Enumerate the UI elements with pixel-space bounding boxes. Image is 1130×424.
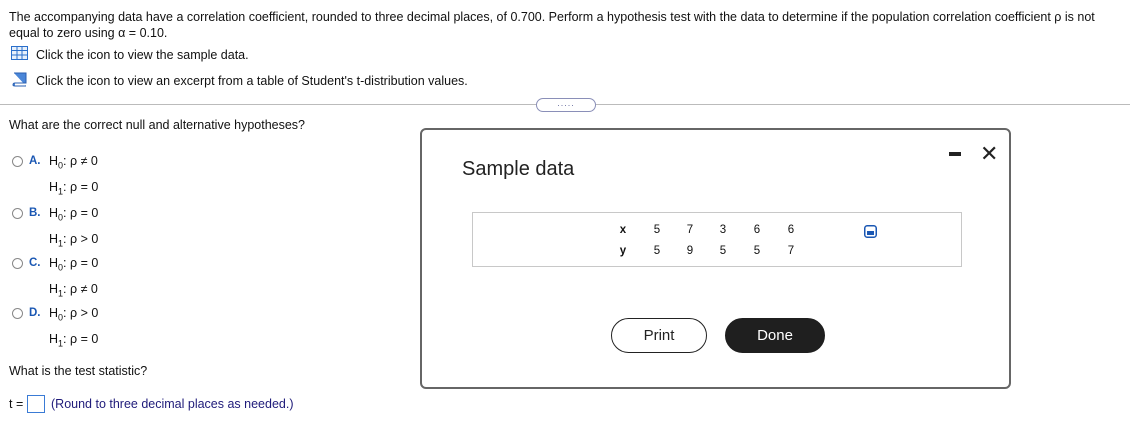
y-value: 5 (719, 245, 727, 257)
alternative-hypothesis: H1: ρ = 0 (49, 179, 99, 197)
t-table-link-row[interactable]: Click the icon to view an excerpt from a… (11, 72, 468, 90)
alternative-hypothesis: H1: ρ = 0 (49, 331, 99, 349)
x-value: 6 (753, 224, 761, 236)
alternative-hypothesis: H1: ρ ≠ 0 (49, 281, 98, 299)
question-test-statistic: What is the test statistic? (9, 364, 148, 378)
close-icon[interactable]: ✕ (980, 143, 998, 165)
radio-option-d[interactable] (12, 308, 23, 319)
copy-icon[interactable] (864, 225, 877, 238)
test-statistic-input[interactable] (27, 395, 45, 413)
x-value: 5 (653, 224, 661, 236)
y-value: 7 (787, 245, 795, 257)
radio-option-b[interactable] (12, 208, 23, 219)
question-hypotheses: What are the correct null and alternativ… (9, 118, 306, 132)
table-icon[interactable] (11, 46, 28, 63)
x-value: 3 (719, 224, 727, 236)
expand-more-button[interactable]: ..... (536, 98, 596, 112)
problem-text: The accompanying data have a correlation… (9, 10, 1095, 40)
print-button[interactable]: Print (611, 318, 707, 353)
sample-data-link-text[interactable]: Click the icon to view the sample data. (36, 48, 249, 62)
option-a[interactable]: A. H0: ρ ≠ 0 H1: ρ = 0 (12, 154, 98, 202)
x-value: 6 (787, 224, 795, 236)
rounding-hint: (Round to three decimal places as needed… (51, 397, 294, 411)
option-letter: D. (29, 307, 41, 319)
option-c[interactable]: C. H0: ρ = 0 H1: ρ ≠ 0 (12, 256, 98, 304)
option-b[interactable]: B. H0: ρ = 0 H1: ρ > 0 (12, 206, 98, 254)
sample-data-dialog: Sample data ✕ x 5 7 3 6 6 y 5 9 5 5 7 Pr… (420, 128, 1011, 389)
done-button[interactable]: Done (725, 318, 825, 353)
null-hypothesis: H0: ρ ≠ 0 (49, 154, 98, 171)
y-value: 9 (686, 245, 694, 257)
null-hypothesis: H0: ρ = 0 (49, 206, 99, 223)
null-hypothesis: H0: ρ = 0 (49, 256, 99, 273)
radio-option-c[interactable] (12, 258, 23, 269)
y-value: 5 (653, 245, 661, 257)
book-icon[interactable] (11, 72, 28, 90)
x-value: 7 (686, 224, 694, 236)
sample-data-table: x 5 7 3 6 6 y 5 9 5 5 7 (472, 212, 962, 267)
option-letter: A. (29, 155, 41, 167)
row-label-y: y (619, 245, 627, 257)
y-value: 5 (753, 245, 761, 257)
t-table-link-text[interactable]: Click the icon to view an excerpt from a… (36, 74, 468, 88)
null-hypothesis: H0: ρ > 0 (49, 306, 99, 323)
minimize-icon[interactable] (949, 152, 961, 156)
t-prefix-label: t = (9, 397, 24, 411)
sample-data-link-row[interactable]: Click the icon to view the sample data. (11, 46, 249, 63)
option-letter: B. (29, 207, 41, 219)
radio-option-a[interactable] (12, 156, 23, 167)
option-d[interactable]: D. H0: ρ > 0 H1: ρ = 0 (12, 306, 98, 354)
dialog-title: Sample data (462, 158, 575, 180)
alternative-hypothesis: H1: ρ > 0 (49, 231, 99, 249)
option-letter: C. (29, 257, 41, 269)
row-label-x: x (619, 224, 627, 236)
